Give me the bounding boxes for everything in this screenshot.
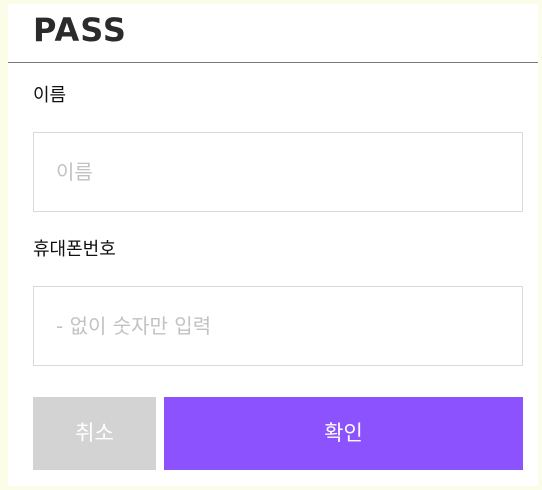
header: PASS <box>8 4 538 63</box>
name-label: 이름 <box>33 85 67 106</box>
cancel-button[interactable]: 취소 <box>33 397 156 470</box>
phone-input[interactable] <box>34 287 522 365</box>
confirm-button[interactable]: 확인 <box>164 397 523 470</box>
pass-auth-panel: PASS 이름 휴대폰번호 취소 확인 <box>8 4 538 486</box>
name-input[interactable] <box>34 133 522 211</box>
phone-field-box <box>33 286 523 366</box>
phone-label: 휴대폰번호 <box>33 239 116 260</box>
pass-logo: PASS <box>33 11 127 49</box>
name-field-box <box>33 132 523 212</box>
